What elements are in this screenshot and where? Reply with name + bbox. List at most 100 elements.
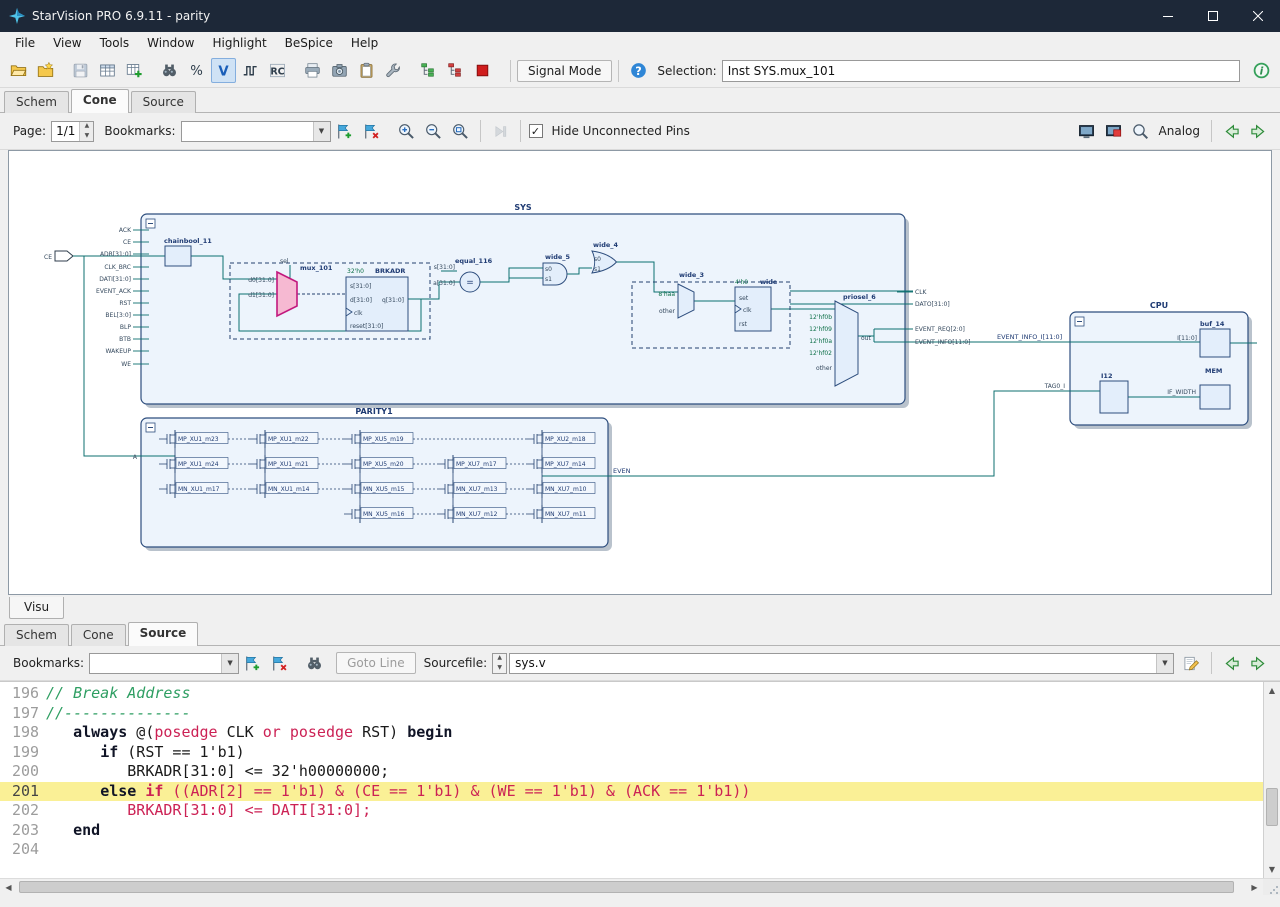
priosel-6[interactable] — [835, 301, 858, 386]
close-button[interactable] — [1235, 0, 1280, 32]
waveform-button[interactable] — [238, 58, 263, 83]
tab-schem[interactable]: Schem — [4, 624, 69, 646]
tab-source[interactable]: Source — [131, 91, 196, 113]
sourcefile-combo[interactable]: sys.v ▼ — [509, 653, 1174, 674]
source-view[interactable]: 196// Break Address197//--------------19… — [0, 681, 1280, 878]
clipboard-button[interactable] — [354, 58, 379, 83]
find-button[interactable] — [157, 58, 182, 83]
nav-forward-button[interactable] — [1246, 119, 1271, 144]
source-code[interactable]: 196// Break Address197//--------------19… — [0, 682, 1263, 878]
scroll-down-icon[interactable]: ▼ — [1264, 861, 1280, 878]
selection-input[interactable] — [722, 60, 1240, 82]
tab-cone[interactable]: Cone — [71, 624, 126, 646]
schem-window-button[interactable] — [1074, 119, 1099, 144]
scroll-right-icon[interactable]: ▶ — [1246, 879, 1263, 896]
stop-button[interactable] — [470, 58, 495, 83]
zoom-in-button[interactable] — [394, 119, 419, 144]
combo-arrow-icon[interactable]: ▼ — [1156, 654, 1173, 673]
code-line[interactable]: 197//-------------- — [0, 704, 1263, 724]
spin-up-icon[interactable]: ▲ — [80, 122, 93, 132]
zoom-out-button[interactable] — [421, 119, 446, 144]
magnifier-button[interactable] — [1128, 119, 1153, 144]
menu-tools[interactable]: Tools — [91, 33, 139, 53]
spin-down-icon[interactable]: ▼ — [80, 131, 93, 141]
code-line[interactable]: 202 BRKADR[31:0] <= DATI[31:0]; — [0, 801, 1263, 821]
mem-block[interactable] — [1200, 385, 1230, 409]
new-table-button[interactable] — [122, 58, 147, 83]
voltage-mode-button[interactable]: V — [211, 58, 236, 83]
resize-grip[interactable] — [1263, 879, 1280, 896]
nav-back-button[interactable] — [1219, 651, 1244, 676]
i12-block[interactable] — [1100, 381, 1128, 413]
spin-up-icon[interactable]: ▲ — [493, 654, 506, 664]
nav-forward-button[interactable] — [1246, 651, 1271, 676]
collapse-icon[interactable] — [146, 219, 155, 228]
hide-unconnected-pins-checkbox[interactable]: ✓ — [529, 124, 543, 138]
bookmarks-combo[interactable]: ▼ — [181, 121, 331, 142]
menu-help[interactable]: Help — [342, 33, 387, 53]
goto-line-button[interactable]: Goto Line — [336, 652, 416, 674]
maximize-button[interactable] — [1190, 0, 1235, 32]
rc-mode-button[interactable]: RC — [265, 58, 290, 83]
tab-schem[interactable]: Schem — [4, 91, 69, 113]
menu-view[interactable]: View — [44, 33, 90, 53]
minimize-button[interactable] — [1145, 0, 1190, 32]
print-button[interactable] — [300, 58, 325, 83]
help-button[interactable]: ? — [626, 58, 651, 83]
probe-tree-add-button[interactable] — [416, 58, 441, 83]
vertical-scrollbar[interactable]: ▲ ▼ — [1263, 682, 1280, 878]
tab-source[interactable]: Source — [128, 622, 199, 646]
save-button[interactable] — [68, 58, 93, 83]
horizontal-scrollbar[interactable]: ◀ ▶ — [0, 878, 1280, 895]
page-spin-arrows[interactable]: ▲▼ — [79, 122, 93, 141]
source-bookmarks-combo[interactable]: ▼ — [89, 653, 239, 674]
open-folder-button[interactable] — [6, 58, 31, 83]
code-line[interactable]: 203 end — [0, 821, 1263, 841]
bookmark-add-button[interactable] — [332, 119, 357, 144]
chainbool-11[interactable] — [165, 246, 191, 266]
code-line[interactable]: 200 BRKADR[31:0] <= 32'h00000000; — [0, 762, 1263, 782]
percent-button[interactable]: % — [184, 58, 209, 83]
combo-arrow-icon[interactable]: ▼ — [221, 654, 238, 673]
tab-cone[interactable]: Cone — [71, 89, 129, 113]
scroll-up-icon[interactable]: ▲ — [1264, 682, 1280, 699]
bookmark-add-button[interactable] — [240, 651, 265, 676]
snapshot-button[interactable] — [327, 58, 352, 83]
vertical-scroll-thumb[interactable] — [1266, 788, 1278, 826]
combo-arrow-icon[interactable]: ▼ — [313, 122, 330, 141]
code-line[interactable]: 196// Break Address — [0, 684, 1263, 704]
zoom-fit-button[interactable] — [448, 119, 473, 144]
open-design-button[interactable] — [33, 58, 58, 83]
menu-bespice[interactable]: BeSpice — [276, 33, 342, 53]
buf-14[interactable] — [1200, 329, 1230, 357]
code-line[interactable]: 198 always @(posedge CLK or posedge RST)… — [0, 723, 1263, 743]
wrench-button[interactable] — [381, 58, 406, 83]
code-line[interactable]: 204 — [0, 840, 1263, 860]
page-spinbox[interactable]: 1/1 ▲▼ — [51, 121, 94, 142]
schematic-canvas[interactable]: ACKCEADR[31:0]CLK_BRCDATI[31:0]EVENT_ACK… — [8, 150, 1272, 595]
collapse-icon[interactable] — [1075, 317, 1084, 326]
info-button[interactable]: i — [1249, 58, 1274, 83]
edit-source-button[interactable] — [1179, 651, 1204, 676]
spin-down-icon[interactable]: ▼ — [493, 663, 506, 673]
scroll-left-icon[interactable]: ◀ — [0, 879, 17, 896]
bookmark-remove-button[interactable] — [359, 119, 384, 144]
menu-file[interactable]: File — [6, 33, 44, 53]
bookmark-remove-button[interactable] — [267, 651, 292, 676]
signal-mode-button[interactable]: Signal Mode — [517, 60, 612, 82]
menu-highlight[interactable]: Highlight — [203, 33, 275, 53]
find-button[interactable] — [302, 651, 327, 676]
schem-window-active-button[interactable] — [1101, 119, 1126, 144]
netlist-table-button[interactable] — [95, 58, 120, 83]
code-line[interactable]: 199 if (RST == 1'b1) — [0, 743, 1263, 763]
code-line[interactable]: 201 else if ((ADR[2] == 1'b1) & (CE == 1… — [0, 782, 1263, 802]
horizontal-scroll-thumb[interactable] — [19, 881, 1234, 893]
sourcefile-spin[interactable]: ▲▼ — [492, 653, 507, 674]
ce-port[interactable] — [55, 251, 73, 261]
step-forward-button[interactable] — [488, 119, 513, 144]
tab-visu[interactable]: Visu — [9, 597, 64, 619]
probe-tree-remove-button[interactable] — [443, 58, 468, 83]
nav-back-button[interactable] — [1219, 119, 1244, 144]
collapse-icon[interactable] — [146, 423, 155, 432]
menu-window[interactable]: Window — [138, 33, 203, 53]
